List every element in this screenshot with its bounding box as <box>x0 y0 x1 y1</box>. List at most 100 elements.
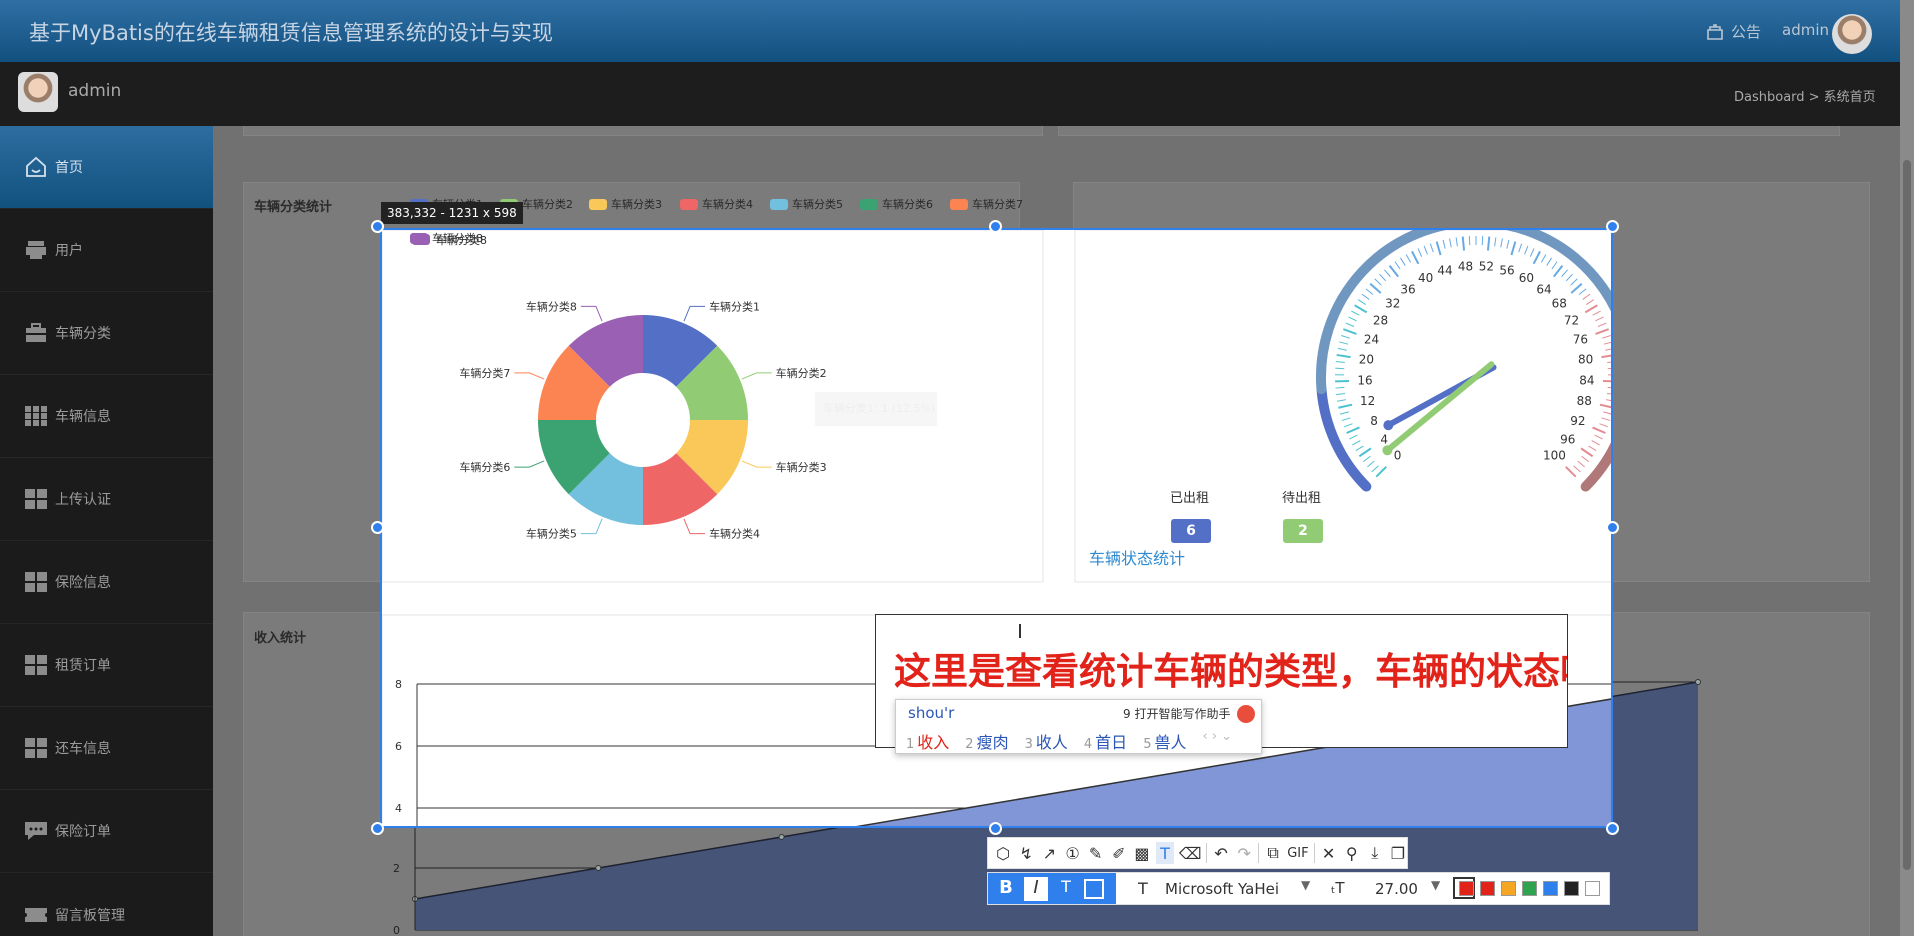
shape-tool-icon[interactable]: ⬡ <box>994 842 1012 864</box>
divider <box>1258 843 1260 863</box>
resize-handle-sw[interactable] <box>371 822 384 835</box>
pie-label: 车辆分类4 <box>709 527 760 541</box>
resize-handle-w[interactable] <box>371 521 384 534</box>
pie-tooltip: 车辆分类1: 1 (12.5%) <box>815 392 937 426</box>
font-size-input[interactable]: 27.00 <box>1375 880 1418 898</box>
pie-label: 车辆分类7 <box>459 366 510 380</box>
undo-icon[interactable]: ↶ <box>1212 842 1230 864</box>
ime-candidate[interactable]: 4 首日 <box>1084 729 1127 753</box>
resize-handle-n[interactable] <box>989 220 1002 233</box>
ime-assistant-link[interactable]: 9 打开智能写作助手 <box>1123 705 1230 722</box>
capture-toolbar: ⬡ ↯ ↗ ① ✎ ✐ ▩ T ⌫ ↶ ↷ ⧉ GIF ✕ ⚲ ⤓ ❐ <box>987 837 1408 869</box>
ime-candidate-window[interactable]: shou'r 9 打开智能写作助手 1 收入 2 瘦肉 3 收人 4 首日 5 兽人 ‹ … <box>895 699 1262 754</box>
mosaic-tool-icon[interactable]: ▩ <box>1133 842 1151 864</box>
y-tick-label: 4 <box>395 802 402 815</box>
scroll-capture-icon[interactable]: ⧉ <box>1264 842 1282 864</box>
text-tool-icon[interactable]: T <box>1155 842 1175 864</box>
divider <box>1313 843 1315 863</box>
italic-icon[interactable]: I <box>1024 877 1048 901</box>
gauge-tick-label: 16 <box>1357 373 1372 387</box>
color-swatch[interactable] <box>1459 881 1474 896</box>
text-outline-icon[interactable]: T <box>1054 877 1078 901</box>
gauge-tick-label: 24 <box>1364 332 1379 346</box>
available-label: 待出租 <box>1282 491 1322 506</box>
eraser-tool-icon[interactable]: ⌫ <box>1179 842 1202 864</box>
ime-candidate[interactable]: 2 瘦肉 <box>965 729 1008 753</box>
font-name-select[interactable]: Microsoft YaHei <box>1165 880 1279 898</box>
text-cursor <box>1019 624 1021 638</box>
redo-icon[interactable]: ↷ <box>1235 842 1253 864</box>
gauge-tick <box>1461 236 1466 251</box>
income-point[interactable] <box>778 834 785 840</box>
gauge-needle-cap <box>1382 445 1393 456</box>
gauge-tick-label: 80 <box>1578 353 1593 367</box>
gauge-tick-label: 28 <box>1373 313 1388 327</box>
marker-tool-icon[interactable]: ✐ <box>1110 842 1128 864</box>
gauge-tick-label: 100 <box>1543 448 1566 462</box>
pie-label: 车辆分类3 <box>776 460 827 474</box>
candidate-num: 2 <box>965 737 974 752</box>
gauge-tick-label: 56 <box>1499 263 1514 277</box>
rented-label: 已出租 <box>1170 491 1210 506</box>
candidate-text: 收人 <box>1035 733 1068 752</box>
text-bg-icon[interactable] <box>1084 879 1104 899</box>
gauge-tick-label: 40 <box>1418 271 1433 285</box>
copy-icon[interactable]: ❐ <box>1389 842 1407 864</box>
color-swatch[interactable] <box>1585 881 1600 896</box>
resize-handle-e[interactable] <box>1606 521 1619 534</box>
gauge-tick-label: 96 <box>1560 432 1575 446</box>
gif-button[interactable]: GIF <box>1287 842 1308 864</box>
arrow-tool-icon[interactable]: ↗ <box>1040 842 1058 864</box>
candidate-num: 1 <box>906 737 915 752</box>
candidate-num: 3 <box>1024 737 1033 752</box>
curve-tool-icon[interactable]: ↯ <box>1017 842 1035 864</box>
close-icon[interactable]: ✕ <box>1319 842 1337 864</box>
color-swatch[interactable] <box>1543 881 1558 896</box>
text-style-toolbar: B I T T Microsoft YaHei ▼ ₜT 27.00 ▼ <box>987 872 1610 905</box>
scrollbar-thumb[interactable] <box>1903 160 1911 870</box>
pen-tool-icon[interactable]: ✎ <box>1087 842 1105 864</box>
y-tick-label: 6 <box>395 740 402 753</box>
gauge-tick-label: 12 <box>1360 394 1375 408</box>
chevron-down-icon[interactable]: ▼ <box>1431 878 1440 892</box>
legend-label: 车辆分类8 <box>432 232 483 245</box>
color-swatch[interactable] <box>1501 881 1516 896</box>
y-tick-label: 0 <box>393 924 400 936</box>
income-point[interactable] <box>595 865 602 871</box>
resize-handle-nw[interactable] <box>371 220 384 233</box>
color-swatch[interactable] <box>1564 881 1579 896</box>
gauge-tick <box>1335 386 1345 389</box>
ime-page-arrows[interactable]: ‹ › ⌄ <box>1202 729 1232 753</box>
ime-candidate[interactable]: 3 收人 <box>1025 729 1068 753</box>
resize-handle-se[interactable] <box>1606 822 1619 835</box>
candidate-text: 兽人 <box>1154 733 1187 752</box>
gauge-tick-label: 52 <box>1479 259 1494 273</box>
ime-candidate[interactable]: 1 收入 <box>906 729 949 753</box>
ime-candidates: 1 收入 2 瘦肉 3 收人 4 首日 5 兽人 ‹ › ⌄ <box>906 729 1232 753</box>
gauge-tick-label: 48 <box>1458 259 1473 273</box>
pie-label: 车辆分类2 <box>776 366 827 380</box>
gauge-tick-label: 88 <box>1577 394 1592 408</box>
gauge-tick-label: 72 <box>1564 313 1579 327</box>
ime-candidate[interactable]: 5 兽人 <box>1143 729 1186 753</box>
ime-assistant-icon[interactable] <box>1237 705 1255 723</box>
annotation-text: 这里是查看统计车辆的类型，车辆的状态吧 <box>894 651 1568 692</box>
download-icon[interactable]: ⤓ <box>1366 842 1384 864</box>
number-tool-icon[interactable]: ① <box>1063 842 1081 864</box>
font-size-icon: ₜT <box>1331 879 1345 897</box>
gauge-tick-label: 60 <box>1519 271 1534 285</box>
income-point[interactable] <box>1695 679 1701 685</box>
chevron-down-icon[interactable]: ▼ <box>1301 878 1310 892</box>
pie-label: 车辆分类1 <box>709 299 760 313</box>
gauge-tick-label: 64 <box>1536 282 1551 296</box>
candidate-text: 瘦肉 <box>976 733 1009 752</box>
color-swatch[interactable] <box>1522 881 1537 896</box>
page-scrollbar[interactable] <box>1900 0 1914 936</box>
resize-handle-ne[interactable] <box>1606 220 1619 233</box>
gauge-tick-label: 68 <box>1552 297 1567 311</box>
legend-item[interactable]: 车辆分类8 <box>410 230 483 246</box>
color-swatch[interactable] <box>1480 881 1495 896</box>
bold-icon[interactable]: B <box>994 877 1018 901</box>
resize-handle-s[interactable] <box>989 822 1002 835</box>
pin-icon[interactable]: ⚲ <box>1343 842 1361 864</box>
